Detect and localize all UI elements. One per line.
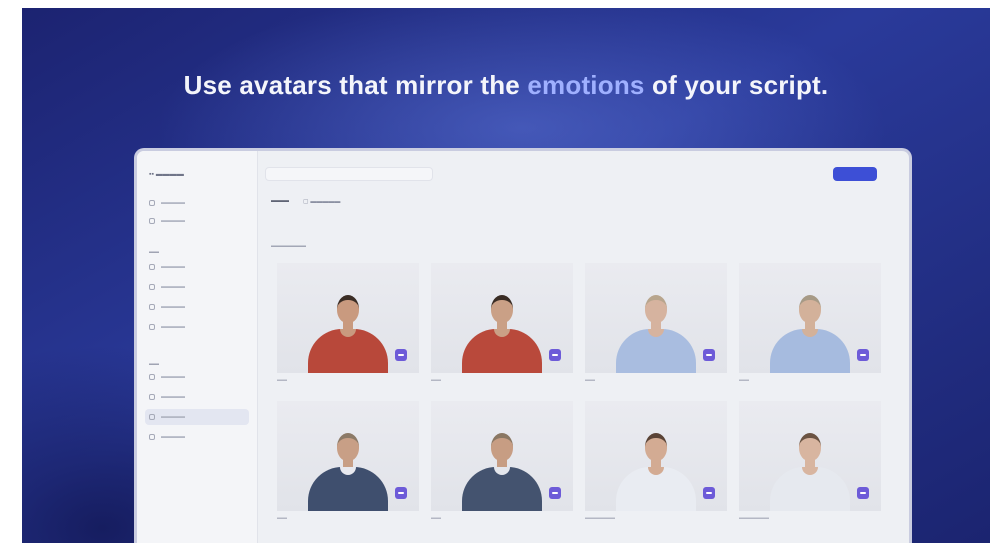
avatar-thumbnail[interactable]: [739, 263, 881, 373]
avatar-head: [337, 295, 359, 323]
tabs: ▬▬▬ ▢ ▬▬▬▬▬: [271, 198, 340, 205]
trash-icon: [149, 324, 155, 330]
voice-icon: [149, 434, 155, 440]
templates-icon: [149, 218, 155, 224]
avatar-card[interactable]: ▬▬: [431, 401, 573, 523]
sidebar-item-label: ▬▬▬▬: [161, 200, 185, 206]
avatar-thumbnail[interactable]: [431, 263, 573, 373]
sidebar-item-label: ▬▬▬▬: [161, 304, 185, 310]
sidebar-item-label: ▬▬▬▬: [161, 218, 185, 224]
search-input[interactable]: [265, 167, 433, 181]
add-avatar-button[interactable]: [703, 349, 715, 361]
add-avatar-button[interactable]: [549, 487, 561, 499]
create-button[interactable]: [833, 167, 877, 181]
library-icon: [149, 374, 155, 380]
headline: Use avatars that mirror the emotions of …: [22, 70, 990, 101]
sidebar-item-label: ▬▬▬▬: [161, 284, 185, 290]
avatar-name: ▬▬: [739, 377, 749, 383]
avatar-name: ▬▬▬▬▬▬: [585, 515, 615, 521]
sidebar-item[interactable]: ▬▬▬▬: [145, 319, 249, 335]
add-avatar-button[interactable]: [549, 349, 561, 361]
workspace-icon: [149, 264, 155, 270]
avatar-icon: [149, 414, 155, 420]
sidebar-item[interactable]: ▬▬▬▬: [145, 389, 249, 405]
sidebar-item-label: ▬▬▬▬: [161, 324, 185, 330]
sidebar-item-label: ▬▬▬▬: [161, 264, 185, 270]
sidebar-item[interactable]: ▬▬▬▬: [145, 409, 249, 425]
avatar-head: [799, 295, 821, 323]
headline-prefix: Use avatars that mirror the: [183, 70, 528, 100]
sidebar-item[interactable]: ▬▬▬▬: [145, 299, 249, 315]
avatar-head: [337, 433, 359, 461]
avatar-head: [491, 295, 513, 323]
workspace-name[interactable]: ▪▪ ▬▬▬▬: [149, 171, 184, 178]
sidebar-item[interactable]: ▬▬▬▬: [145, 279, 249, 295]
sidebar-item[interactable]: ▬▬▬▬: [145, 369, 249, 385]
headline-suffix: of your script.: [644, 70, 829, 100]
avatar-card[interactable]: ▬▬: [585, 263, 727, 385]
avatar-card[interactable]: ▬▬: [739, 263, 881, 385]
avatar-thumbnail[interactable]: [585, 263, 727, 373]
sidebar-item-label: ▬▬▬▬: [161, 434, 185, 440]
tab-avatars[interactable]: ▬▬▬: [271, 198, 289, 205]
headline-accent: emotions: [527, 70, 645, 100]
avatar-name: ▬▬: [431, 377, 441, 383]
tab-custom-avatars[interactable]: ▢ ▬▬▬▬▬: [303, 198, 340, 205]
avatar-name: ▬▬: [277, 515, 287, 521]
avatar-name: ▬▬: [431, 515, 441, 521]
sidebar-item[interactable]: ▬▬▬▬: [145, 195, 249, 211]
sidebar-item[interactable]: ▬▬▬▬: [145, 259, 249, 275]
sidebar-item-label: ▬▬▬▬: [161, 414, 185, 420]
home-icon: [149, 200, 155, 206]
avatar-thumbnail[interactable]: [431, 401, 573, 511]
avatar-card[interactable]: ▬▬: [277, 263, 419, 385]
avatar-name: ▬▬: [277, 377, 287, 383]
add-avatar-button[interactable]: [395, 487, 407, 499]
avatar-thumbnail[interactable]: [739, 401, 881, 511]
add-avatar-button[interactable]: [395, 349, 407, 361]
add-avatar-button[interactable]: [857, 487, 869, 499]
sidebar-item[interactable]: ▬▬▬▬: [145, 213, 249, 229]
avatar-thumbnail[interactable]: [277, 263, 419, 373]
folder-icon: [149, 304, 155, 310]
add-avatar-button[interactable]: [857, 349, 869, 361]
avatar-card[interactable]: ▬▬: [277, 401, 419, 523]
app-screenshot: ▪▪ ▬▬▬▬ ▬▬▬▬ ▬▬▬▬ ▬▬▬▬ ▬▬▬▬ ▬▬▬▬ ▬▬▬▬ ▬▬▬▬ ▬▬▬▬…: [134, 148, 912, 543]
avatar-name: ▬▬: [585, 377, 595, 383]
avatar-card[interactable]: ▬▬▬▬▬▬: [739, 401, 881, 523]
sidebar: ▪▪ ▬▬▬▬ ▬▬▬▬ ▬▬▬▬ ▬▬▬▬ ▬▬▬▬ ▬▬▬▬ ▬▬▬▬ ▬▬▬▬ ▬▬▬▬…: [137, 151, 258, 543]
avatar-thumbnail[interactable]: [585, 401, 727, 511]
section-label: ▬▬▬▬▬▬▬: [271, 243, 306, 249]
sidebar-item[interactable]: ▬▬▬▬: [145, 429, 249, 445]
avatar-card[interactable]: ▬▬▬▬▬▬: [585, 401, 727, 523]
avatar-head: [799, 433, 821, 461]
add-avatar-button[interactable]: [703, 487, 715, 499]
avatar-head: [491, 433, 513, 461]
sidebar-item-label: ▬▬▬▬: [161, 394, 185, 400]
shared-icon: [149, 284, 155, 290]
sidebar-section-divider: ▬▬: [149, 249, 159, 255]
avatar-thumbnail[interactable]: [277, 401, 419, 511]
sidebar-item-label: ▬▬▬▬: [161, 374, 185, 380]
hero-banner: Use avatars that mirror the emotions of …: [22, 8, 990, 543]
brand-icon: [149, 394, 155, 400]
avatar-card[interactable]: ▬▬: [431, 263, 573, 385]
avatar-head: [645, 433, 667, 461]
avatar-name: ▬▬▬▬▬▬: [739, 515, 769, 521]
avatar-head: [645, 295, 667, 323]
sidebar-section-divider: ▬▬: [149, 361, 159, 367]
